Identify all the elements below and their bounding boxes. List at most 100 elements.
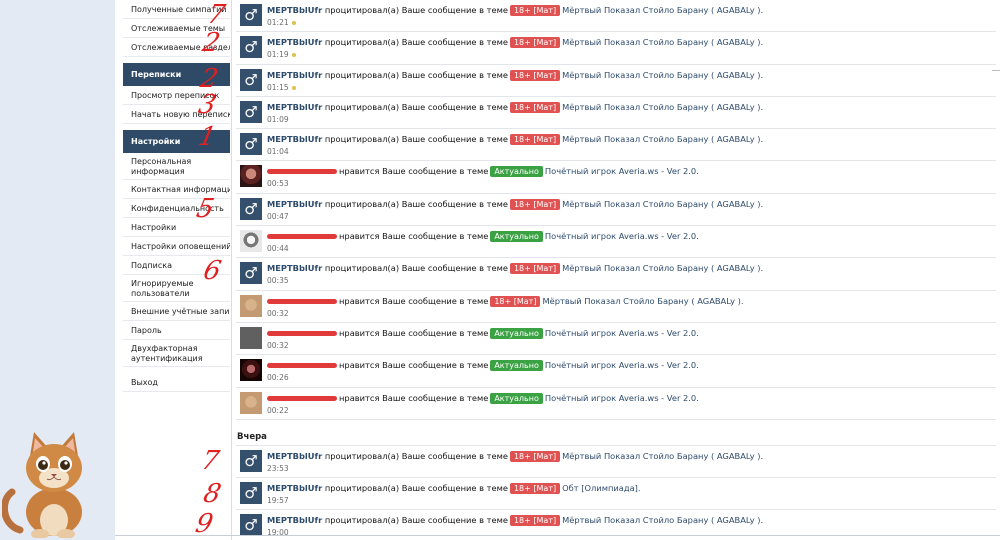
avatar[interactable]	[240, 230, 262, 253]
alert-time: 00:35	[267, 276, 289, 286]
male-symbol-icon[interactable]: ♂	[240, 262, 262, 285]
sidebar-item-external-accounts[interactable]: Внешние учётные записи	[123, 302, 230, 321]
thread-link[interactable]: Обт [Олимпиада].	[562, 483, 640, 493]
alert-text: MEPTBblUfr процитировал(а) Ваше сообщени…	[267, 450, 763, 462]
thread-prefix-badge: 18+ [Мат]	[509, 515, 561, 527]
thread-prefix-badge: 18+ [Мат]	[509, 134, 561, 146]
thread-link[interactable]: Мёртвый Показал Стойло Барану ( AGABALy …	[562, 70, 763, 80]
alert-row[interactable]: ♂ MEPTBblUfr процитировал(а) Ваше сообщен…	[236, 194, 996, 227]
alert-time: 00:22	[267, 405, 289, 415]
alert-time: 00:47	[267, 211, 289, 221]
redacted-username	[267, 330, 337, 336]
alert-row[interactable]: ♂ MEPTBblUfr процитировал(а) Ваше сообщен…	[236, 258, 996, 291]
thread-link[interactable]: Мёртвый Показал Стойло Барану ( AGABALy …	[562, 5, 763, 15]
alert-text: MEPTBblUfr процитировал(а) Ваше сообщени…	[267, 482, 641, 495]
male-symbol-icon[interactable]: ♂	[240, 68, 262, 91]
alert-text: MEPTBblUfr процитировал(а) Ваше сообщени…	[267, 4, 763, 16]
alert-username[interactable]: MEPTBblUfr	[267, 483, 322, 493]
avatar[interactable]	[240, 326, 262, 349]
unread-dot-icon	[291, 53, 296, 58]
thread-prefix-badge: Актуально	[490, 327, 543, 339]
sidebar-item-two-factor[interactable]: Двухфакторная аутентификация	[123, 340, 230, 367]
sidebar-item-logout[interactable]: Выход	[123, 373, 230, 392]
alert-action: процитировал(а) Ваше сообщение в теме	[324, 37, 508, 48]
alert-time-wrap: 00:53	[267, 179, 289, 188]
alert-action: нравится Ваше сообщение в теме	[339, 166, 489, 177]
alert-row[interactable]: ♂ MEPTBblUfr процитировал(а) Ваше сообщен…	[236, 446, 996, 479]
male-symbol-icon[interactable]: ♂	[240, 133, 262, 156]
alert-username[interactable]: MEPTBblUfr	[267, 5, 322, 15]
thread-link[interactable]: Мёртвый Показал Стойло Барану ( AGABALy …	[562, 134, 763, 144]
sidebar-item-personal-info[interactable]: Персональная информация	[123, 153, 230, 180]
annotation-mark: 7	[198, 446, 222, 476]
alert-time-wrap: 01:15	[267, 83, 296, 92]
avatar[interactable]	[240, 359, 262, 382]
thread-link[interactable]: Почётный игрок Averia.ws - Ver 2.0.	[545, 360, 699, 370]
alert-row[interactable]: ♂ MEPTBblUfr процитировал(а) Ваше сообщен…	[236, 97, 996, 130]
sidebar-item-password[interactable]: Пароль	[123, 321, 230, 340]
alert-username[interactable]: MEPTBblUfr	[267, 70, 322, 80]
avatar[interactable]	[240, 391, 262, 414]
alert-time: 00:32	[267, 340, 289, 350]
alert-action: нравится Ваше сообщение в теме	[339, 327, 489, 338]
alert-row[interactable]: нравится Ваше сообщение в теме Актуально П…	[236, 388, 996, 420]
thread-link[interactable]: Почётный игрок Averia.ws - Ver 2.0.	[545, 393, 699, 403]
annotation-mark: 8	[200, 479, 224, 509]
male-symbol-icon[interactable]: ♂	[240, 100, 262, 123]
alert-username[interactable]: MEPTBblUfr	[267, 451, 322, 461]
sidebar-item-alert-preferences[interactable]: Настройки оповещений	[123, 237, 230, 256]
alert-text: MEPTBblUfr процитировал(а) Ваше сообщени…	[267, 101, 763, 113]
avatar[interactable]	[240, 165, 262, 188]
male-symbol-icon[interactable]: ♂	[240, 514, 262, 537]
alert-username[interactable]: MEPTBblUfr	[267, 263, 322, 273]
male-symbol-icon[interactable]: ♂	[240, 449, 262, 472]
alert-row[interactable]: ♂ MEPTBblUfr процитировал(а) Ваше сообщен…	[236, 0, 996, 33]
alert-username[interactable]: MEPTBblUfr	[267, 102, 322, 112]
alert-text: нравится Ваше сообщение в теме 18+ [Мат] М…	[267, 295, 744, 307]
thread-link[interactable]: Почётный игрок Averia.ws - Ver 2.0.	[545, 328, 699, 338]
alert-username[interactable]: MEPTBblUfr	[267, 199, 322, 209]
thread-link[interactable]: Мёртвый Показал Стойло Барану ( AGABALy …	[562, 515, 763, 525]
male-symbol-icon[interactable]: ♂	[240, 482, 262, 505]
thread-link[interactable]: Мёртвый Показал Стойло Барану ( AGABALy …	[542, 296, 743, 306]
alert-action: процитировал(а) Ваше сообщение в теме	[324, 5, 508, 15]
thread-prefix-badge: 18+ [Мат]	[509, 263, 561, 275]
thread-link[interactable]: Мёртвый Показал Стойло Барану ( AGABALy …	[562, 102, 763, 112]
avatar[interactable]	[240, 294, 262, 317]
alert-row[interactable]: нравится Ваше сообщение в теме Актуально П…	[236, 226, 996, 259]
alert-username[interactable]: MEPTBblUfr	[267, 134, 322, 144]
column-divider	[231, 0, 232, 540]
alert-row[interactable]: нравится Ваше сообщение в теме 18+ [Мат] М…	[236, 291, 996, 323]
thread-link[interactable]: Мёртвый Показал Стойло Барану ( AGABALy …	[562, 199, 763, 209]
alert-row[interactable]: ♂ MEPTBblUfr процитировал(а) Ваше сообщен…	[236, 65, 996, 97]
alert-row[interactable]: нравится Ваше сообщение в теме Актуально П…	[236, 323, 996, 356]
thread-link[interactable]: Почётный игрок Averia.ws - Ver 2.0.	[545, 231, 699, 241]
thread-link[interactable]: Мёртвый Показал Стойло Барану ( AGABALy …	[562, 37, 763, 47]
alert-action: процитировал(а) Ваше сообщение в теме	[324, 198, 508, 209]
thread-link[interactable]: Мёртвый Показал Стойло Барану ( AGABALy …	[562, 451, 763, 461]
male-symbol-icon[interactable]: ♂	[240, 36, 262, 59]
thread-prefix-badge: Актуально	[490, 166, 543, 178]
redacted-username	[267, 363, 337, 369]
alert-text: MEPTBblUfr процитировал(а) Ваше сообщени…	[267, 198, 763, 210]
alert-time-wrap: 01:09	[267, 115, 289, 124]
alert-row[interactable]: нравится Ваше сообщение в теме Актуально П…	[236, 161, 996, 194]
alert-time-wrap: 01:04	[267, 147, 289, 156]
alert-username[interactable]: MEPTBblUfr	[267, 515, 322, 525]
thread-link[interactable]: Мёртвый Показал Стойло Барану ( AGABALy …	[562, 263, 763, 273]
alert-time-wrap: 00:22	[267, 406, 289, 415]
thread-link[interactable]: Почётный игрок Averia.ws - Ver 2.0.	[545, 166, 699, 176]
thread-prefix-badge: 18+ [Мат]	[509, 5, 561, 16]
alert-time-wrap: 19:00	[267, 528, 289, 537]
alert-row[interactable]: ♂ MEPTBblUfr процитировал(а) Ваше сообщен…	[236, 129, 996, 162]
day-header-yesterday: Вчера	[236, 420, 996, 446]
sidebar-item-preferences[interactable]: Настройки	[123, 218, 230, 237]
alert-row[interactable]: нравится Ваше сообщение в теме Актуально П…	[236, 355, 996, 388]
male-symbol-icon[interactable]: ♂	[240, 197, 262, 220]
male-symbol-icon[interactable]: ♂	[240, 4, 262, 26]
redacted-username	[267, 234, 337, 240]
alert-row[interactable]: ♂ MEPTBblUfr процитировал(а) Ваше сообщен…	[236, 32, 996, 65]
alert-row[interactable]: ♂ MEPTBblUfr процитировал(а) Ваше сообщен…	[236, 478, 996, 511]
alert-username[interactable]: MEPTBblUfr	[267, 37, 322, 47]
thread-prefix-badge: 18+ [Мат]	[509, 483, 561, 495]
